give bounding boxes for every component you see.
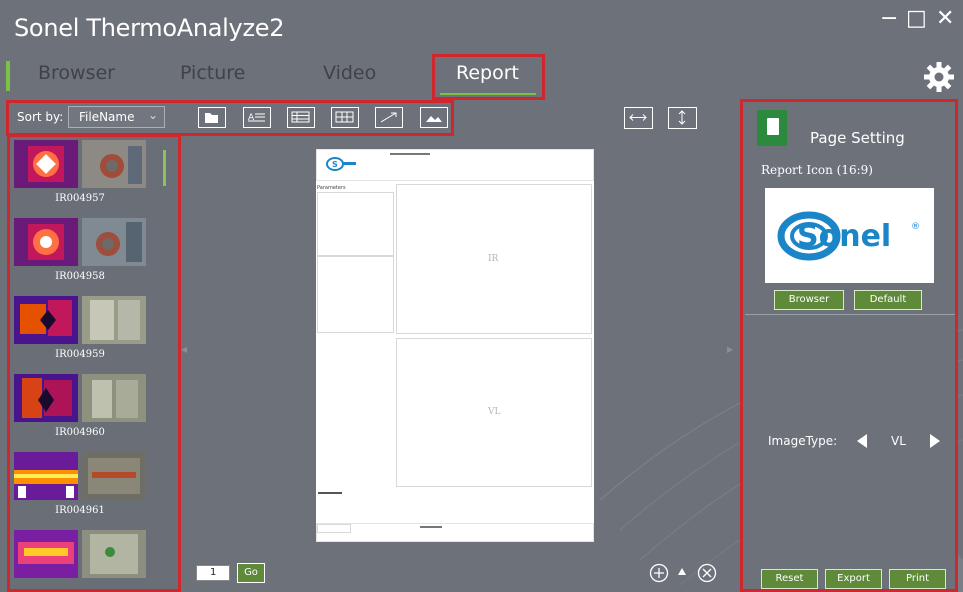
previous-arrow-icon[interactable] — [856, 433, 868, 449]
image-icon[interactable] — [420, 107, 448, 128]
list-item[interactable]: IR004960 — [14, 374, 154, 446]
thumbnail-ir-image — [14, 140, 78, 188]
thumbnail-vl-image — [82, 452, 146, 500]
chevron-down-icon: ⌄ — [147, 108, 158, 122]
tab-browser[interactable]: Browser — [38, 62, 115, 84]
image-type-label: ImageType: — [768, 434, 838, 448]
thumbnail-label: IR004959 — [55, 349, 105, 360]
tab-video[interactable]: Video — [323, 62, 376, 84]
close-button[interactable]: ✕ — [936, 8, 954, 30]
thumbnail-ir-image — [14, 218, 78, 266]
thumbnail-ir-image — [14, 452, 78, 500]
ir-placeholder-label: IR — [488, 254, 499, 264]
active-indicator — [6, 61, 10, 91]
report-page-preview[interactable]: S Parameters IR VL — [316, 149, 594, 542]
list-item[interactable] — [14, 530, 154, 590]
thumbnail-vl-image — [82, 530, 146, 578]
page-setting-title: Page Setting — [810, 129, 905, 147]
sort-select[interactable]: FileName ⌄ — [68, 106, 165, 128]
parameters-table-2 — [317, 256, 394, 333]
export-button[interactable]: Export — [825, 569, 882, 589]
zoom-in-icon[interactable] — [649, 563, 669, 583]
parameters-table — [317, 192, 394, 256]
print-button[interactable]: Print — [889, 569, 946, 589]
maximize-button[interactable]: □ — [906, 8, 927, 30]
thumbnail-vl-image — [82, 296, 146, 344]
thumbnail-scrollbar[interactable] — [163, 150, 166, 186]
panel-divider — [745, 314, 958, 315]
sort-label: Sort by: — [17, 110, 64, 124]
thumbnail-ir-image — [14, 530, 78, 578]
list-item[interactable]: IR004958 — [14, 218, 154, 290]
list-item[interactable]: IR004961 — [14, 452, 154, 524]
zoom-reset-icon[interactable] — [697, 563, 717, 583]
logo-wordmark: Sonel — [797, 219, 891, 254]
app-title: Sonel ThermoAnalyze2 — [14, 14, 285, 42]
default-button[interactable]: Default — [854, 290, 922, 310]
open-folder-icon[interactable] — [198, 107, 226, 128]
thumbnail-vl-image — [82, 140, 146, 188]
thumbnail-vl-image — [82, 218, 146, 266]
thumbnail-ir-image — [14, 374, 78, 422]
text-block-icon[interactable]: A — [243, 107, 271, 128]
footer-field — [317, 524, 351, 533]
notes-title — [318, 492, 342, 494]
grid-table-icon[interactable] — [331, 107, 359, 128]
document-sheet-icon — [767, 118, 779, 135]
page-footer — [316, 523, 594, 542]
thumbnail-label: IR004960 — [55, 427, 105, 438]
app-window: Sonel ThermoAnalyze2 − □ ✕ Browser Pictu… — [0, 0, 963, 592]
page-number-input[interactable]: 1 — [196, 565, 230, 581]
tab-report[interactable]: Report — [456, 62, 519, 84]
header-logo: S — [326, 157, 356, 171]
fit-width-icon[interactable] — [624, 107, 653, 129]
vl-placeholder-label: VL — [488, 407, 501, 417]
tab-report-underline — [440, 93, 536, 95]
tab-picture[interactable]: Picture — [180, 62, 245, 84]
browser-button[interactable]: Browser — [774, 290, 844, 310]
list-item[interactable]: IR004959 — [14, 296, 154, 368]
header-text — [390, 153, 430, 155]
up-arrow-icon[interactable] — [677, 567, 687, 577]
minimize-button[interactable]: − — [880, 8, 898, 30]
svg-text:®: ® — [911, 222, 920, 232]
go-button[interactable]: Go — [237, 563, 265, 583]
next-arrow-icon[interactable] — [929, 433, 941, 449]
sort-value: FileName — [79, 110, 135, 124]
line-chart-icon[interactable] — [375, 107, 403, 128]
thumbnail-list[interactable]: IR004957 IR004958 IR004959 IR004960 IR00… — [8, 134, 179, 590]
sonel-logo: Sonel ® — [777, 211, 920, 261]
image-type-value: VL — [891, 434, 906, 448]
report-icon-label: Report Icon (16:9) — [761, 163, 873, 177]
gear-icon[interactable] — [922, 60, 956, 94]
panel-splitter-right[interactable]: ▶ — [727, 345, 733, 354]
footer-text — [420, 526, 442, 528]
thumbnail-label: IR004958 — [55, 271, 105, 282]
svg-text:S: S — [332, 160, 338, 169]
panel-splitter-left[interactable]: ◀ — [181, 345, 187, 354]
report-logo-preview[interactable]: Sonel ® — [765, 188, 934, 283]
fit-height-icon[interactable] — [668, 107, 697, 129]
list-item[interactable]: IR004957 — [14, 140, 154, 212]
thumbnail-ir-image — [14, 296, 78, 344]
thumbnail-label: IR004957 — [55, 193, 105, 204]
table-icon[interactable] — [287, 107, 315, 128]
reset-button[interactable]: Reset — [761, 569, 818, 589]
thumbnail-label: IR004961 — [55, 505, 105, 516]
thumbnail-vl-image — [82, 374, 146, 422]
parameters-title: Parameters — [317, 185, 346, 191]
